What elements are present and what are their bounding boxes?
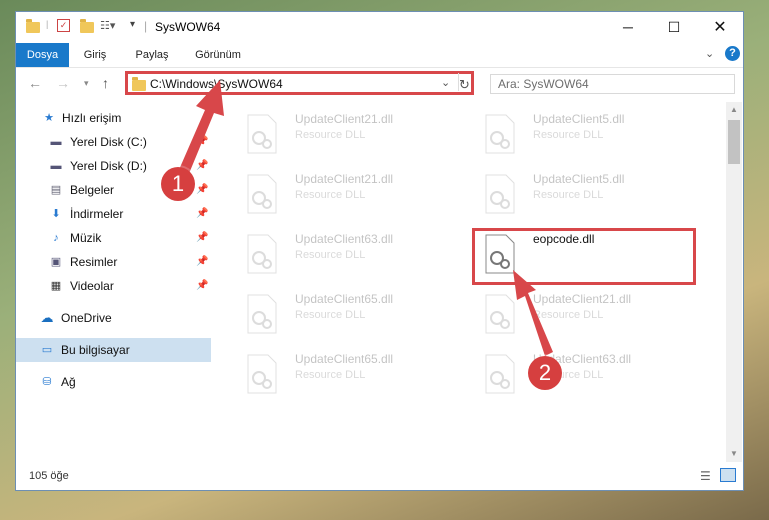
annotation-overlay	[178, 80, 553, 356]
annotation-arrow-2	[513, 270, 553, 356]
step-badge-2: 2	[528, 356, 562, 390]
step-badge-1: 1	[161, 167, 195, 201]
annotation-arrow-1	[178, 80, 224, 176]
